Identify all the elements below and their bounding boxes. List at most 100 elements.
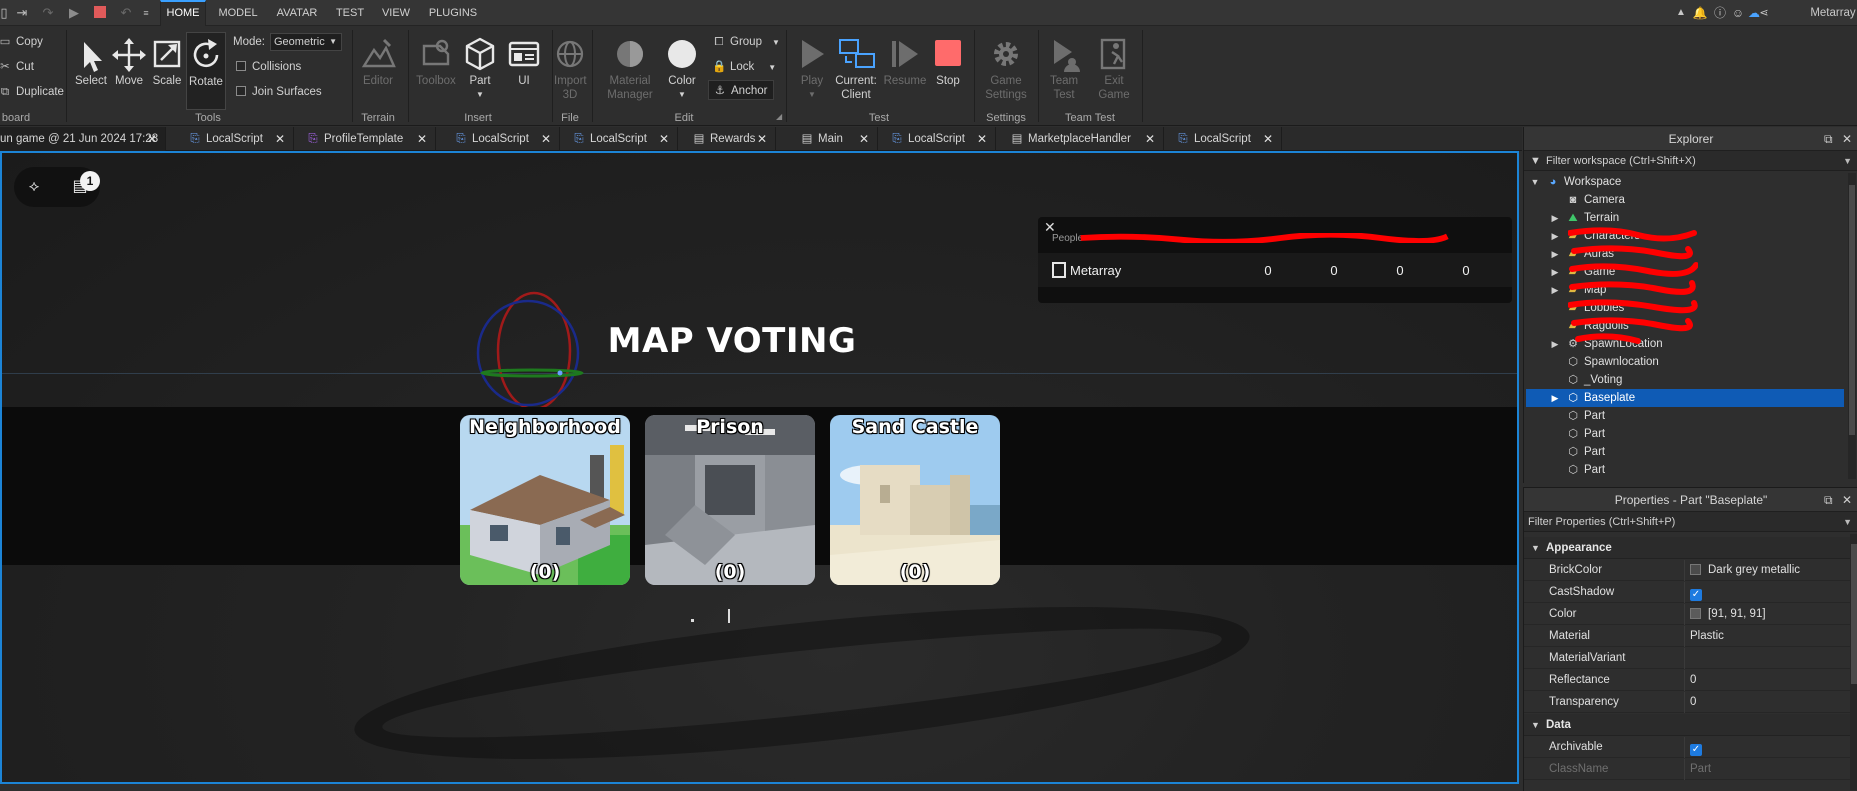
exit-icon[interactable]: ⇥ xyxy=(14,5,30,21)
explorer-scrollbar[interactable] xyxy=(1848,173,1856,479)
chevron-down-icon[interactable]: ▼ xyxy=(1843,512,1852,532)
scrollbar-thumb[interactable] xyxy=(1851,544,1857,684)
current-client-button[interactable]: Current: Client xyxy=(834,32,878,110)
resume-button[interactable]: Resume xyxy=(882,32,928,110)
checkbox-checked-icon[interactable]: ✓ xyxy=(1690,744,1702,756)
rotate-button[interactable]: Rotate xyxy=(186,32,226,110)
redo-icon[interactable]: ↷ xyxy=(40,5,56,21)
material-manager-button[interactable]: Material Manager xyxy=(600,32,660,110)
group-button[interactable]: ⧠ Group ▼ xyxy=(712,32,780,52)
expand-arrow-icon[interactable]: ▼ xyxy=(1530,173,1540,191)
tab-model[interactable]: MODEL xyxy=(214,0,262,26)
team-test-button[interactable]: Team Test xyxy=(1044,32,1084,110)
undo-icon[interactable]: ↶ xyxy=(118,5,134,21)
tree-item-part[interactable]: ⬡ Part xyxy=(1526,407,1844,425)
prop-value[interactable]: 0 xyxy=(1684,692,1696,713)
checkbox-checked-icon[interactable]: ✓ xyxy=(1690,589,1702,601)
close-icon[interactable]: ✕ xyxy=(1145,127,1155,151)
tree-item-workspace[interactable]: ▼ ◕ Workspace xyxy=(1526,173,1844,191)
color-button[interactable]: Color ▼ xyxy=(662,32,702,110)
tree-item-voting[interactable]: ⬡ _Voting xyxy=(1526,371,1844,389)
doc-tab-localscript[interactable]: ⎘ LocalScript ✕ xyxy=(1170,127,1282,151)
tree-item-baseplate[interactable]: ▶ ⬡ Baseplate xyxy=(1526,389,1844,407)
tab-test[interactable]: TEST xyxy=(330,0,370,26)
toolbox-button[interactable]: Toolbox xyxy=(414,32,458,110)
prop-value[interactable] xyxy=(1684,648,1690,669)
doc-tab-localscript[interactable]: ⎘ LocalScript ✕ xyxy=(884,127,996,151)
close-icon[interactable]: ✕ xyxy=(977,127,987,151)
part-button[interactable]: Part ▼ xyxy=(460,32,500,110)
prop-value[interactable]: ✓ xyxy=(1684,737,1702,758)
prop-color[interactable]: Color [91, 91, 91] xyxy=(1524,604,1850,625)
properties-filter-input[interactable]: Filter Properties (Ctrl+Shift+P) ▼ xyxy=(1524,512,1857,532)
doc-tab-rewards[interactable]: ▤ Rewards ✕ xyxy=(686,127,776,151)
prop-value[interactable]: Dark grey metallic xyxy=(1684,560,1800,581)
explorer-filter-input[interactable]: ▼ Filter workspace (Ctrl+Shift+X) ▼ xyxy=(1524,151,1857,171)
tab-avatar[interactable]: AVATAR xyxy=(272,0,322,26)
prop-archivable[interactable]: Archivable ✓ xyxy=(1524,737,1850,758)
close-icon[interactable]: ✕ xyxy=(1263,127,1273,151)
properties-scrollbar[interactable] xyxy=(1850,534,1857,790)
prop-value[interactable]: 0 xyxy=(1684,670,1696,691)
close-icon[interactable]: ✕ xyxy=(659,127,669,151)
game-viewport[interactable]: ⟡ ▤ 1 ✕ People Metarray 0 0 0 0 MAP VOTI… xyxy=(0,151,1519,784)
expand-arrow-icon[interactable]: ▶ xyxy=(1550,263,1560,281)
exit-game-button[interactable]: Exit Game xyxy=(1094,32,1134,110)
map-card-neighborhood[interactable]: Neighborhood (0) xyxy=(460,415,630,585)
map-card-sand-castle[interactable]: Sand Castle (0) xyxy=(830,415,1000,585)
expand-arrow-icon[interactable]: ▶ xyxy=(1550,245,1560,263)
roblox-menu-icon[interactable]: ⟡ xyxy=(22,175,46,199)
scrollbar-thumb[interactable] xyxy=(1849,185,1855,435)
anchor-button[interactable]: ⚓ Anchor xyxy=(708,80,774,100)
username[interactable]: Metarray xyxy=(1808,5,1857,21)
prop-castshadow[interactable]: CastShadow ✓ xyxy=(1524,582,1850,603)
prop-value[interactable]: [91, 91, 91] xyxy=(1684,604,1766,625)
collapse-ribbon-icon[interactable]: ▲ xyxy=(1674,5,1688,21)
close-icon[interactable]: ✕ xyxy=(541,127,551,151)
doc-tab-profiletemplate[interactable]: ⎘ ProfileTemplate ✕ xyxy=(300,127,436,151)
expand-arrow-icon[interactable]: ▶ xyxy=(1550,281,1560,299)
close-icon[interactable]: ✕ xyxy=(275,127,285,151)
map-card-prison[interactable]: Prison (0) xyxy=(645,415,815,585)
prop-brickcolor[interactable]: BrickColor Dark grey metallic xyxy=(1524,560,1850,581)
doc-tab-localscript[interactable]: ⎘ LocalScript ✕ xyxy=(182,127,294,151)
prop-material[interactable]: Material Plastic xyxy=(1524,626,1850,647)
mode-dropdown[interactable]: Geometric ▼ xyxy=(270,33,342,51)
expand-arrow-icon[interactable]: ▶ xyxy=(1550,209,1560,227)
close-icon[interactable]: ✕ xyxy=(1842,127,1852,151)
game-settings-button[interactable]: Game Settings xyxy=(980,32,1032,110)
doc-tab-marketplacehandler[interactable]: ▤ MarketplaceHandler ✕ xyxy=(1004,127,1164,151)
tree-item-part[interactable]: ⬡ Part xyxy=(1526,443,1844,461)
tab-home[interactable]: HOME xyxy=(160,0,206,26)
close-icon[interactable]: ✕ xyxy=(757,127,767,151)
cut-button[interactable]: ✂ Cut xyxy=(0,57,34,77)
join-surfaces-checkbox[interactable]: Join Surfaces xyxy=(236,82,322,102)
undock-icon[interactable]: ⧉ xyxy=(1824,488,1833,512)
tree-item-part[interactable]: ⬡ Part xyxy=(1526,461,1844,479)
select-button[interactable]: Select xyxy=(72,32,110,110)
notification-icon[interactable]: 🔔 xyxy=(1692,5,1708,21)
tree-item-spawnlocation-part[interactable]: ⬡ Spawnlocation xyxy=(1526,353,1844,371)
close-icon[interactable]: ✕ xyxy=(147,127,157,151)
import-3d-button[interactable]: Import 3D xyxy=(554,32,587,110)
expand-arrow-icon[interactable]: ▶ xyxy=(1550,389,1560,407)
scale-button[interactable]: Scale xyxy=(148,32,186,110)
tab-plugins[interactable]: PLUGINS xyxy=(424,0,482,26)
stop-button[interactable]: Stop xyxy=(930,32,966,110)
play-button[interactable]: Play ▼ xyxy=(792,32,832,110)
stop-icon[interactable] xyxy=(92,5,108,21)
expand-arrow-icon[interactable]: ▶ xyxy=(1550,335,1560,353)
close-icon[interactable]: ✕ xyxy=(859,127,869,151)
leaderboard-row[interactable]: Metarray 0 0 0 0 xyxy=(1038,253,1512,287)
doc-tab-game[interactable]: un game @ 21 Jun 2024 17:28 ✕ xyxy=(0,127,166,151)
doc-tab-localscript[interactable]: ⎘ LocalScript ✕ xyxy=(448,127,560,151)
share-icon[interactable]: ⋖ xyxy=(1756,5,1772,21)
chevron-down-icon[interactable]: ▼ xyxy=(1843,151,1852,171)
prop-reflectance[interactable]: Reflectance 0 xyxy=(1524,670,1850,691)
account-icon[interactable]: ☺ xyxy=(1730,5,1746,21)
copy-button[interactable]: ▭ Copy xyxy=(0,32,43,52)
close-icon[interactable]: ✕ xyxy=(417,127,427,151)
prop-value[interactable]: Plastic xyxy=(1684,626,1724,647)
doc-tab-localscript[interactable]: ⎘ LocalScript ✕ xyxy=(566,127,678,151)
doc-tab-main[interactable]: ▤ Main ✕ xyxy=(794,127,878,151)
